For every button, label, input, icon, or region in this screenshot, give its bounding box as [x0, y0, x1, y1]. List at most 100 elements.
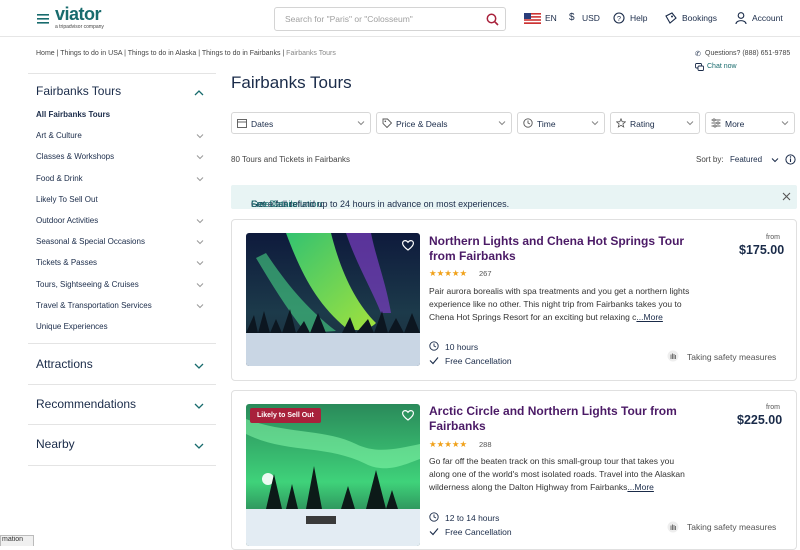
top-header: viator a tripadvisor company Search for … [0, 0, 800, 37]
sidebar-item-food-drink[interactable]: Food & Drink [36, 174, 83, 183]
sidebar-item-likely-sell-out[interactable]: Likely To Sell Out [36, 195, 98, 204]
sidebar-item-tickets[interactable]: Tickets & Passes [36, 258, 97, 267]
chevron-down-icon[interactable] [196, 239, 208, 247]
breadcrumb-home[interactable]: Home [36, 50, 55, 57]
help-icon[interactable]: ? [613, 12, 625, 24]
rating-stars: ★★★★★ [429, 268, 468, 278]
filter-rating[interactable]: Rating [610, 112, 700, 134]
sidebar-section-nearby[interactable]: Nearby [36, 437, 75, 451]
more-link[interactable]: ...More [627, 482, 653, 492]
filter-label: More [725, 119, 745, 129]
account-icon[interactable] [735, 12, 747, 24]
filter-label: Price & Deals [396, 119, 448, 129]
rating-count: 267 [479, 269, 492, 278]
tour-duration: 12 to 14 hours [445, 513, 500, 523]
sidebar-item-travel[interactable]: Travel & Transportation Services [36, 301, 152, 310]
heart-icon[interactable] [402, 240, 414, 251]
clock-icon [429, 341, 439, 351]
calendar-icon [237, 118, 247, 128]
sidebar-divider [28, 384, 216, 385]
sidebar-item-all[interactable]: All Fairbanks Tours [36, 110, 110, 119]
bookings-icon[interactable] [664, 12, 677, 24]
sort-label: Sort by: [696, 155, 724, 164]
chevron-down-icon[interactable] [196, 260, 208, 268]
sidebar-item-outdoor[interactable]: Outdoor Activities [36, 216, 98, 225]
chevron-down-icon[interactable] [196, 282, 208, 290]
tour-description: Pair aurora borealis with spa treatments… [429, 285, 697, 324]
chevron-up-icon[interactable] [193, 89, 205, 97]
viator-logo[interactable]: viator [55, 4, 102, 25]
chevron-down-icon[interactable] [193, 442, 205, 450]
chevron-down-icon [686, 120, 694, 126]
results-count: 80 Tours and Tickets in Fairbanks [231, 155, 351, 164]
search-input[interactable]: Search for "Paris" or "Colosseum" [274, 7, 506, 31]
free-cancellation: Free Cancellation [445, 527, 512, 537]
check-icon [429, 356, 439, 365]
heart-icon[interactable] [402, 410, 414, 421]
chevron-down-icon[interactable] [193, 402, 205, 410]
watermark-text: DealMoon [628, 494, 742, 522]
tour-photo[interactable] [246, 233, 420, 366]
breadcrumb-current: Fairbanks Tours [286, 50, 336, 57]
filter-time[interactable]: Time [517, 112, 605, 134]
chevron-down-icon[interactable] [196, 218, 208, 226]
logo-tagline: a tripadvisor company [55, 24, 104, 30]
tour-photo[interactable] [246, 404, 420, 546]
bookings-link[interactable]: Bookings [682, 13, 717, 23]
free-cancellation: Free Cancellation [445, 356, 512, 366]
chevron-down-icon[interactable] [196, 154, 208, 162]
filter-label: Rating [630, 119, 655, 129]
chat-icon [695, 63, 704, 71]
sidebar-section-recommendations[interactable]: Recommendations [36, 397, 136, 411]
safety-measures[interactable]: Taking safety measures [687, 352, 776, 362]
chevron-down-icon [781, 120, 789, 126]
menu-icon[interactable] [37, 14, 49, 24]
chevron-down-icon[interactable] [196, 133, 208, 141]
us-flag-icon[interactable] [524, 13, 541, 24]
chevron-down-icon[interactable] [193, 362, 205, 370]
contact-phone[interactable]: Questions? (888) 651-9785 [705, 50, 790, 57]
chevron-down-icon[interactable] [196, 303, 208, 311]
sidebar-title[interactable]: Fairbanks Tours [36, 84, 121, 98]
search-icon[interactable] [486, 13, 499, 26]
bottom-tab[interactable]: mation [0, 535, 34, 546]
breadcrumb-fairbanks[interactable]: Things to do in Fairbanks [202, 50, 281, 57]
sidebar-section-attractions[interactable]: Attractions [36, 357, 93, 371]
chevron-down-icon[interactable] [771, 157, 779, 163]
sort-select[interactable]: Featured [730, 155, 762, 164]
filter-price[interactable]: Price & Deals [376, 112, 512, 134]
sidebar-item-unique[interactable]: Unique Experiences [36, 322, 108, 331]
chevron-down-icon[interactable] [196, 176, 208, 184]
safety-measures[interactable]: Taking safety measures [687, 522, 776, 532]
more-link[interactable]: ...More [636, 312, 662, 322]
language-selector[interactable]: EN [545, 13, 557, 23]
tour-price: $175.00 [739, 243, 785, 257]
svg-text:?: ? [617, 14, 621, 23]
account-link[interactable]: Account [752, 13, 783, 23]
see-details-link[interactable]: See Details [251, 199, 297, 209]
sidebar-item-classes[interactable]: Classes & Workshops [36, 152, 114, 161]
free-cancellation-banner: Free Cancellation: Get a full refund up … [231, 185, 797, 209]
tour-title[interactable]: Arctic Circle and Northern Lights Tour f… [429, 404, 699, 433]
price-from-label: from [766, 404, 780, 411]
rating-count: 288 [479, 440, 492, 449]
breadcrumb-alaska[interactable]: Things to do in Alaska [128, 50, 197, 57]
chat-now-link[interactable]: Chat now [707, 63, 737, 70]
currency-selector[interactable]: USD [582, 13, 600, 23]
close-icon[interactable] [782, 192, 791, 201]
hand-icon [667, 350, 679, 362]
sidebar-item-seasonal[interactable]: Seasonal & Special Occasions [36, 237, 145, 246]
info-icon[interactable] [785, 154, 796, 165]
rating-stars: ★★★★★ [429, 439, 468, 449]
help-link[interactable]: Help [630, 13, 647, 23]
breadcrumb-usa[interactable]: Things to do in USA [60, 50, 122, 57]
price-from-label: from [766, 234, 780, 241]
filter-more[interactable]: More [705, 112, 795, 134]
check-icon [429, 527, 439, 536]
tour-title[interactable]: Northern Lights and Chena Hot Springs To… [429, 234, 699, 263]
sidebar-top-divider [28, 73, 216, 74]
sidebar-item-art-culture[interactable]: Art & Culture [36, 131, 82, 140]
star-icon [616, 118, 626, 128]
filter-dates[interactable]: Dates [231, 112, 371, 134]
sidebar-item-tours[interactable]: Tours, Sightseeing & Cruises [36, 280, 139, 289]
